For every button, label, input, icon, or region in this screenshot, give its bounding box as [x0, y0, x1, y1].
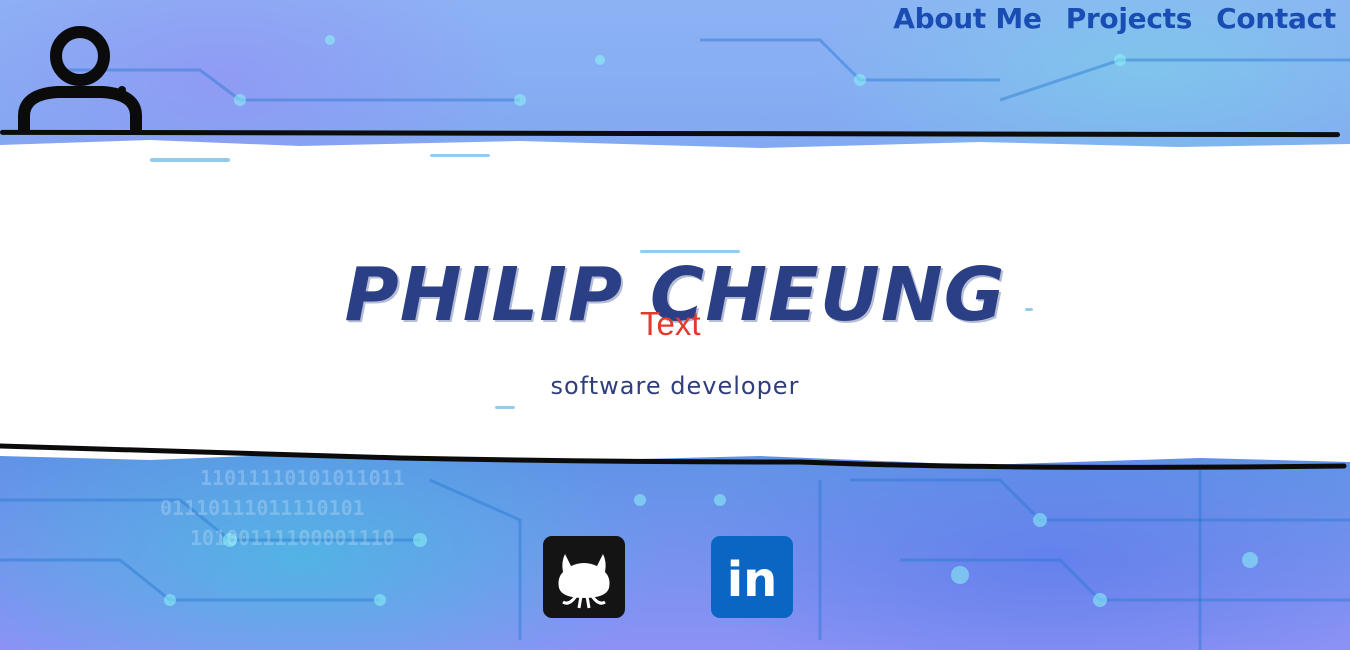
nav-projects-link[interactable]: Projects — [1066, 2, 1193, 36]
person-logo-icon[interactable] — [18, 16, 142, 136]
linkedin-icon: in — [727, 552, 778, 608]
linkedin-icon-label: in — [727, 552, 778, 608]
svg-text:01110111011110101: 01110111011110101 — [160, 496, 365, 520]
nav-contact-link[interactable]: Contact — [1216, 2, 1336, 36]
github-icon — [558, 554, 610, 609]
linkedin-link[interactable]: in — [711, 536, 793, 618]
main-nav: About Me Projects Contact — [893, 2, 1336, 36]
hero-subtitle: software developer — [550, 372, 800, 400]
svg-text:10100111100001110: 10100111100001110 — [190, 526, 395, 550]
nav-about-me-link[interactable]: About Me — [893, 2, 1042, 36]
placeholder-text: Text — [640, 305, 701, 342]
github-link[interactable] — [543, 536, 625, 618]
